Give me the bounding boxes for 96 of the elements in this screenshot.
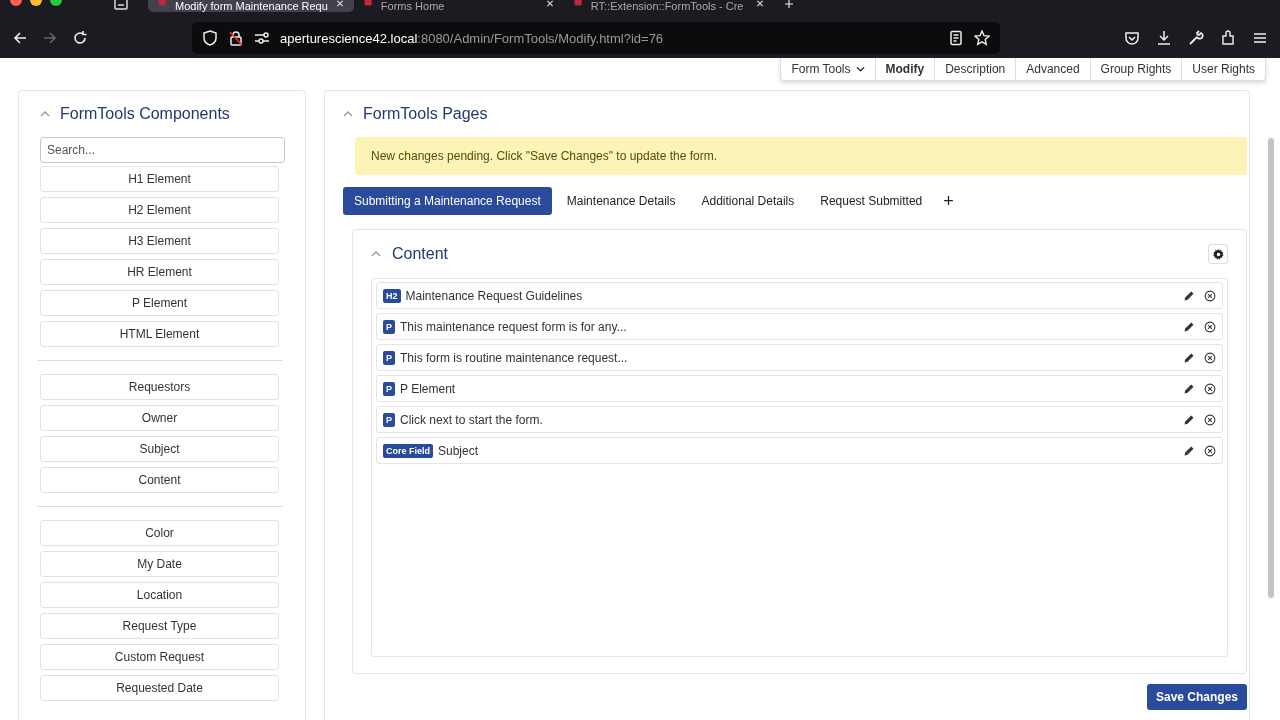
form-element-row[interactable]: P This form is routine maintenance request... — [376, 344, 1223, 371]
form-element-row[interactable]: P This maintenance request form is for any... — [376, 313, 1223, 340]
menu-item[interactable]: User Rights — [1181, 58, 1265, 80]
shield-icon — [202, 30, 218, 46]
component-button[interactable]: Owner — [40, 405, 279, 431]
element-type-badge: Core Field — [383, 443, 433, 458]
pocket-icon[interactable] — [1124, 30, 1140, 46]
component-button[interactable]: HTML Element — [40, 321, 279, 347]
form-element-row[interactable]: Core Field Subject — [376, 437, 1223, 464]
component-button[interactable]: Requestors — [40, 374, 279, 400]
remove-icon[interactable] — [1204, 289, 1216, 302]
menu-item[interactable]: Group Rights — [1089, 58, 1182, 80]
element-label: Maintenance Request Guidelines — [405, 288, 584, 303]
menu-item[interactable]: Advanced — [1015, 58, 1090, 80]
edit-pencil-icon[interactable] — [1183, 444, 1195, 457]
tab-list-icon[interactable] — [114, 0, 128, 10]
element-label: Subject — [438, 443, 480, 458]
address-bar[interactable]: aperturescience42.local:8080/Admin/FormTools/Modify.html?id=76 — [192, 22, 1000, 54]
menu-item[interactable]: Form Tools — [781, 58, 875, 80]
component-button[interactable]: Requested Date — [40, 675, 279, 701]
component-button[interactable]: Content — [40, 467, 279, 493]
component-button[interactable]: Location — [40, 582, 279, 608]
page-tab[interactable]: Submitting a Maintenance Request — [343, 187, 552, 215]
panel-title: FormTools Components — [60, 105, 230, 123]
remove-icon[interactable] — [1204, 320, 1216, 333]
permissions-icon — [254, 30, 270, 46]
component-button[interactable]: Subject — [40, 436, 279, 462]
component-button[interactable]: H2 Element — [40, 197, 279, 223]
collapse-icon[interactable] — [343, 111, 353, 117]
edit-pencil-icon[interactable] — [1183, 320, 1195, 333]
browser-tab[interactable]: RT::Extension::FormTools - Cre — [563, 0, 774, 12]
form-element-row[interactable]: P P Element — [376, 375, 1223, 402]
element-label: Click next to start the form. — [400, 412, 544, 427]
url-text: aperturescience42.local:8080/Admin/FormTools/Modify.html?id=76 — [280, 30, 664, 46]
browser-tab[interactable]: Modify form Maintenance Requ — [148, 0, 354, 12]
forward-icon[interactable] — [42, 30, 58, 46]
lock-icon — [228, 30, 244, 46]
component-button[interactable]: Color — [40, 520, 279, 546]
wrench-icon[interactable] — [1188, 30, 1204, 46]
page-tab[interactable]: Request Submitted — [809, 187, 934, 215]
bookmark-star-icon[interactable] — [974, 30, 990, 46]
collapse-icon[interactable] — [371, 251, 381, 257]
remove-icon[interactable] — [1204, 444, 1216, 457]
new-tab-icon[interactable] — [783, 0, 794, 8]
form-element-row[interactable]: P Click next to start the form. — [376, 406, 1223, 433]
element-label: This maintenance request form is for any... — [400, 319, 628, 334]
search-field[interactable]: Search... — [40, 137, 285, 163]
pending-changes-notice: New changes pending. Click "Save Changes" to update the form. — [355, 137, 1247, 175]
collapse-icon[interactable] — [40, 111, 50, 117]
edit-pencil-icon[interactable] — [1183, 413, 1195, 426]
edit-pencil-icon[interactable] — [1183, 351, 1195, 364]
favicon-icon — [158, 0, 167, 8]
download-icon[interactable] — [1156, 30, 1172, 46]
menu-item[interactable]: Modify — [874, 58, 935, 80]
remove-icon[interactable] — [1204, 413, 1216, 426]
add-page-button[interactable]: + — [943, 190, 954, 212]
menu-icon[interactable] — [1252, 30, 1268, 46]
section-title: Content — [392, 245, 449, 263]
element-type-badge: H2 — [383, 288, 401, 303]
edit-pencil-icon[interactable] — [1183, 289, 1195, 302]
edit-pencil-icon[interactable] — [1183, 382, 1195, 395]
settings-button[interactable] — [1208, 244, 1228, 264]
gear-icon — [1212, 248, 1224, 260]
back-icon[interactable] — [12, 30, 28, 46]
element-type-badge: P — [383, 319, 395, 334]
component-button[interactable]: HR Element — [40, 259, 279, 285]
component-button[interactable]: P Element — [40, 290, 279, 316]
favicon-icon — [363, 0, 373, 8]
element-type-badge: P — [383, 412, 395, 427]
component-button[interactable]: Custom Request — [40, 644, 279, 670]
component-button[interactable]: My Date — [40, 551, 279, 577]
element-label: This form is routine maintenance request... — [400, 350, 629, 365]
chevron-down-icon — [855, 66, 865, 72]
page-tab[interactable]: Maintenance Details — [555, 187, 687, 215]
component-button[interactable]: H1 Element — [40, 166, 279, 192]
page-tab[interactable]: Additional Details — [690, 187, 806, 215]
favicon-icon — [573, 0, 583, 8]
element-type-badge: P — [383, 350, 395, 365]
element-label: P Element — [400, 381, 457, 396]
scrollbar-thumb[interactable] — [1268, 138, 1274, 598]
remove-icon[interactable] — [1204, 351, 1216, 364]
reader-view-icon[interactable] — [948, 30, 964, 46]
remove-icon[interactable] — [1204, 382, 1216, 395]
save-changes-button[interactable]: Save Changes — [1146, 684, 1247, 710]
close-tab-icon[interactable] — [335, 0, 344, 7]
component-button[interactable]: H3 Element — [40, 228, 279, 254]
reload-icon[interactable] — [72, 30, 88, 46]
close-tab-icon[interactable] — [755, 0, 764, 7]
close-tab-icon[interactable] — [545, 0, 554, 7]
form-element-row[interactable]: H2 Maintenance Request Guidelines — [376, 282, 1223, 309]
panel-title: FormTools Pages — [363, 105, 488, 123]
element-type-badge: P — [383, 381, 395, 396]
extensions-icon[interactable] — [1220, 30, 1236, 46]
component-button[interactable]: Request Type — [40, 613, 279, 639]
browser-tab[interactable]: Forms Home — [353, 0, 564, 12]
menu-item[interactable]: Description — [934, 58, 1016, 80]
